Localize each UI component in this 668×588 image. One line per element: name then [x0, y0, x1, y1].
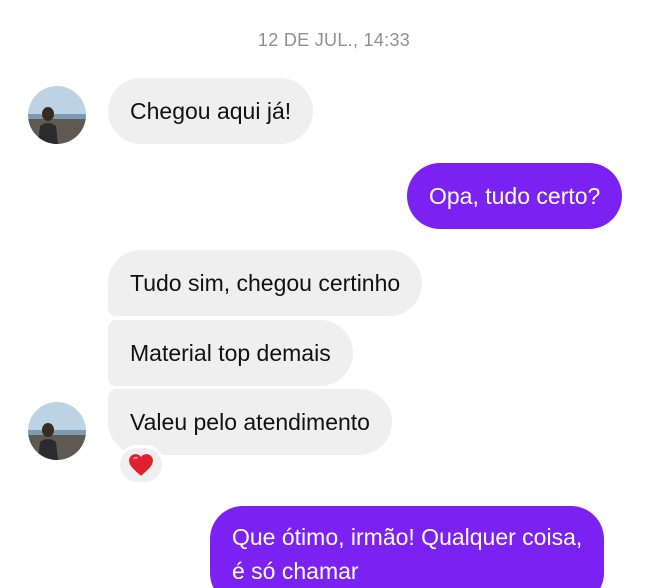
message-text: Chegou aqui já! [130, 98, 292, 124]
contact-avatar[interactable] [28, 402, 86, 460]
chat-thread: 12 DE JUL., 14:33 Chegou aqui já! Opa, t… [0, 0, 668, 588]
message-reaction[interactable] [117, 445, 165, 485]
avatar-photo [28, 86, 86, 144]
message-text: Tudo sim, chegou certinho [130, 270, 401, 296]
avatar-photo [28, 402, 86, 460]
heart-icon [129, 454, 153, 476]
message-text: Que ótimo, irmão! Qualquer coisa, [232, 524, 583, 550]
contact-avatar[interactable] [28, 86, 86, 144]
message-bubble-incoming[interactable]: Chegou aqui já! [108, 78, 314, 144]
message-bubble-incoming[interactable]: Tudo sim, chegou certinho [108, 250, 423, 316]
message-text: é só chamar [232, 558, 359, 584]
message-bubble-incoming[interactable]: Material top demais [108, 320, 353, 386]
message-bubble-outgoing[interactable]: Opa, tudo certo? [407, 163, 623, 229]
message-bubble-outgoing[interactable]: Que ótimo, irmão! Qualquer coisa, é só c… [210, 506, 605, 588]
message-text: Material top demais [130, 340, 331, 366]
message-timestamp: 12 DE JUL., 14:33 [257, 30, 411, 50]
message-text: Valeu pelo atendimento [130, 409, 370, 435]
message-text: Opa, tudo certo? [429, 183, 601, 209]
